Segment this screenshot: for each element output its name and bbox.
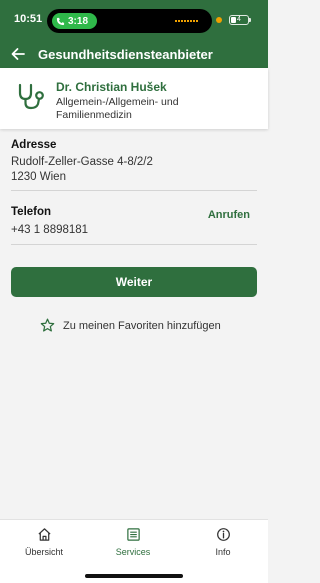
address-label: Adresse [11,139,57,151]
provider-name: Dr. Christian Hušek [56,80,167,94]
phone-label: Telefon [11,206,52,218]
call-link[interactable]: Anrufen [208,209,250,221]
tab-info-label: Info [215,547,231,557]
status-time: 10:51 [14,13,43,25]
dynamic-island: 3:18 [47,9,212,33]
add-favorite-label: Zu meinen Favoriten hinzufügen [63,319,221,332]
home-indicator [85,574,183,578]
audio-waveform-icon [175,20,199,22]
provider-specialty: Allgemein-/Allgemein- und Familienmedizi… [56,96,179,121]
arrow-left-icon [11,48,25,60]
header: 10:51 3:18 4 Gesundheitsdiensteanbieter [0,0,268,68]
tab-info[interactable]: Info [188,527,258,557]
battery-icon: 4 [229,15,251,25]
info-icon [216,528,230,541]
tab-overview[interactable]: Übersicht [9,527,79,557]
continue-button[interactable]: Weiter [11,267,257,297]
services-icon [126,528,140,541]
phone-icon [56,17,65,25]
back-button[interactable] [0,40,36,68]
home-icon [37,528,51,541]
address-line-2: 1230 Wien [11,171,66,183]
status-bar: 10:51 3:18 4 [0,0,268,40]
tab-services-label: Services [115,547,151,557]
divider [11,190,257,191]
add-favorite-button[interactable]: Zu meinen Favoriten hinzufügen [40,318,221,333]
phone-number: +43 1 8898181 [11,224,89,236]
tab-overview-label: Übersicht [24,547,63,557]
call-indicator[interactable]: 3:18 [52,13,97,29]
privacy-indicator-icon [216,17,222,23]
divider [11,244,257,245]
star-icon [40,318,55,332]
address-line-1: Rudolf-Zeller-Gasse 4-8/2/2 [11,156,153,168]
stethoscope-icon [18,83,44,110]
tab-services[interactable]: Services [98,527,168,557]
page-title: Gesundheitsdiensteanbieter [38,46,213,62]
provider-card: Dr. Christian Hušek Allgemein-/Allgemein… [0,68,268,129]
call-duration: 3:18 [68,15,89,27]
app-bar: Gesundheitsdiensteanbieter [0,40,268,68]
battery-level: 4 [237,16,241,23]
